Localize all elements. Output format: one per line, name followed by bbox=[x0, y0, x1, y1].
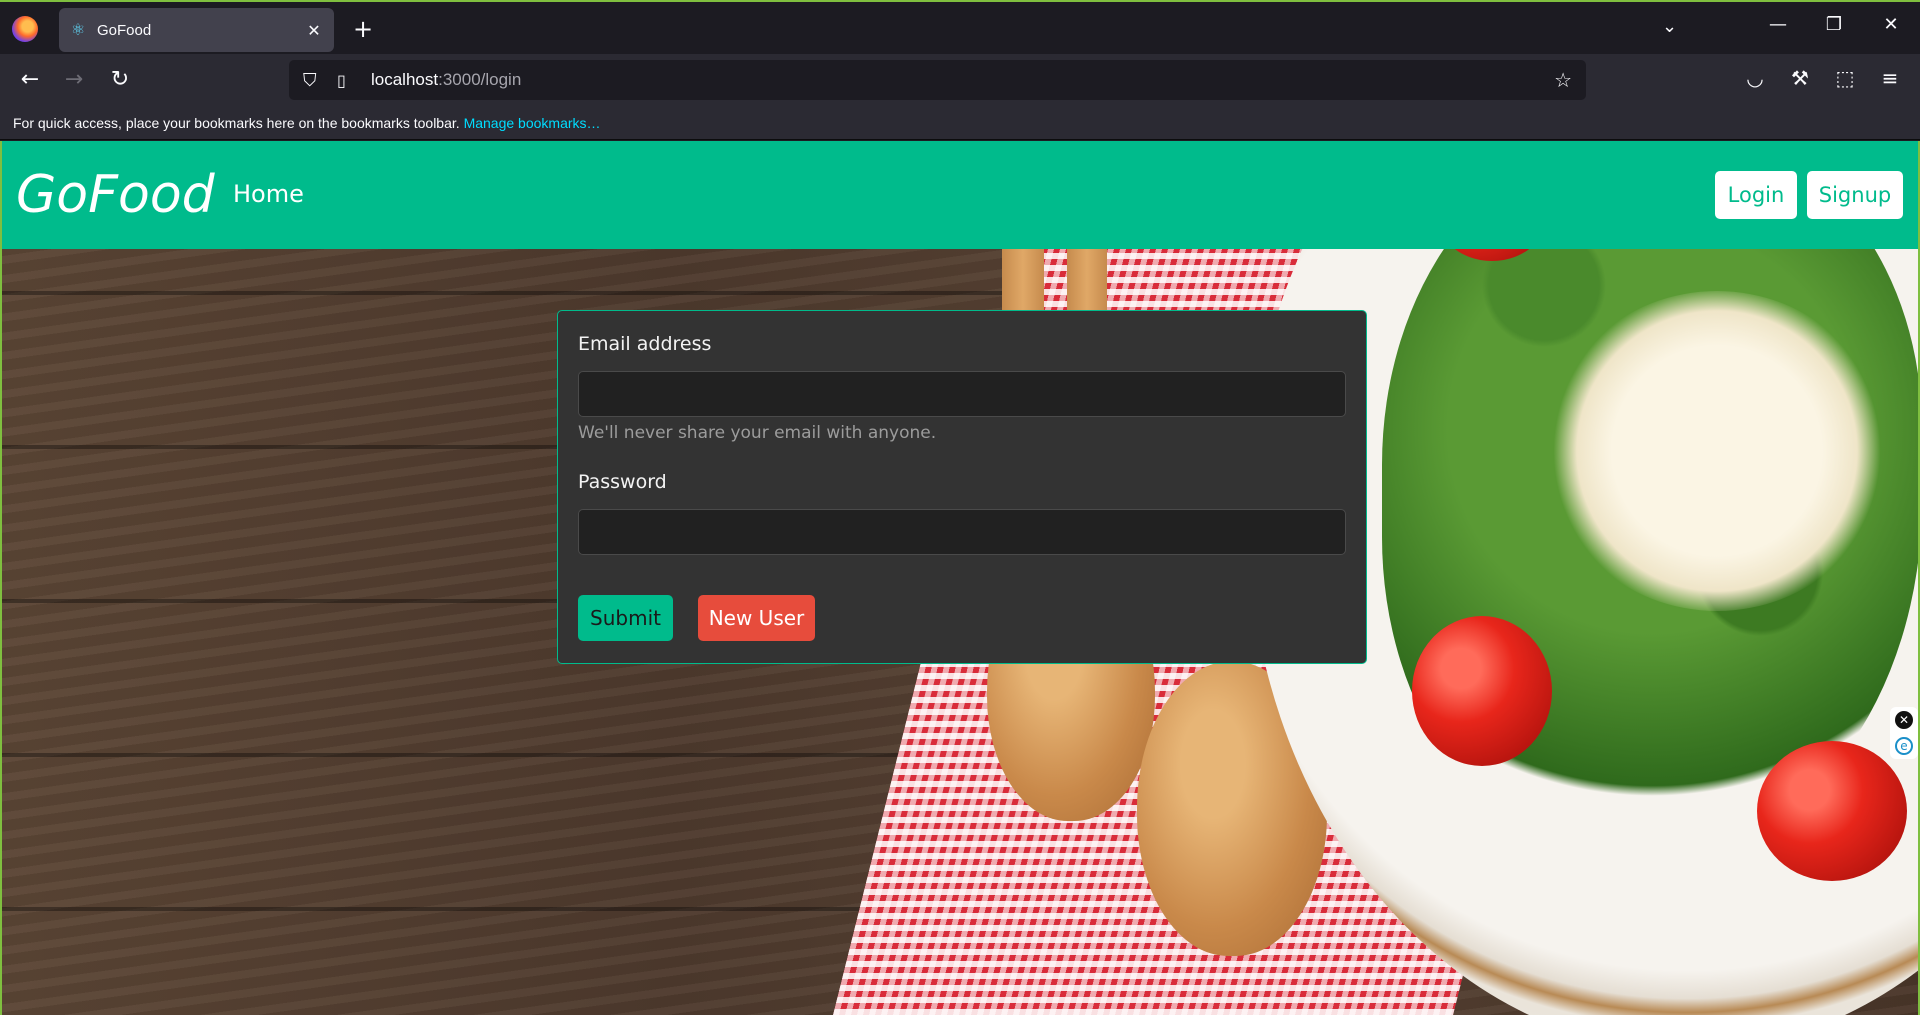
page-viewport: GoFood Home Login Signup Email address W… bbox=[0, 141, 1920, 1015]
tomato bbox=[1757, 741, 1907, 881]
tab-gofood[interactable]: ⚛ GoFood ✕ bbox=[59, 8, 334, 52]
wrench-icon[interactable]: ⚒ bbox=[1785, 66, 1815, 90]
forward-icon[interactable]: → bbox=[58, 64, 90, 96]
password-input[interactable] bbox=[578, 509, 1346, 555]
background-cheese bbox=[1547, 291, 1887, 611]
new-user-button[interactable]: New User bbox=[698, 595, 815, 641]
back-icon[interactable]: ← bbox=[14, 64, 46, 96]
bookmark-star-icon[interactable]: ☆ bbox=[1554, 68, 1572, 92]
email-input[interactable] bbox=[578, 371, 1346, 417]
browser-navbar: ← → ↻ ⛉ ▯ localhost:3000/login ☆ ◡ ⚒ ⬚ ≡ bbox=[0, 54, 1920, 106]
email-help-text: We'll never share your email with anyone… bbox=[578, 423, 937, 443]
extensions-icon[interactable]: ⬚ bbox=[1830, 66, 1860, 90]
manage-bookmarks-link[interactable]: Manage bookmarks… bbox=[464, 115, 601, 131]
pocket-icon[interactable]: ◡ bbox=[1740, 66, 1770, 90]
close-icon[interactable]: ✕ bbox=[1895, 711, 1913, 729]
list-all-tabs-icon[interactable]: ⌄ bbox=[1662, 16, 1677, 37]
extension-e-icon[interactable]: e bbox=[1895, 737, 1913, 755]
shield-icon[interactable]: ⛉ bbox=[303, 70, 325, 91]
url-text[interactable]: localhost:3000/login bbox=[371, 70, 1554, 90]
page-icon[interactable]: ▯ bbox=[337, 71, 359, 90]
email-label: Email address bbox=[578, 333, 712, 355]
tab-close-icon[interactable]: ✕ bbox=[304, 21, 324, 40]
minimize-icon[interactable]: — bbox=[1764, 14, 1792, 35]
url-bar[interactable]: ⛉ ▯ localhost:3000/login ☆ bbox=[289, 60, 1586, 100]
firefox-icon[interactable] bbox=[12, 16, 38, 42]
window-close-icon[interactable]: ✕ bbox=[1877, 14, 1905, 35]
react-icon: ⚛ bbox=[70, 20, 86, 39]
new-tab-icon[interactable]: + bbox=[350, 16, 376, 42]
bookmarks-hint: For quick access, place your bookmarks h… bbox=[13, 115, 460, 131]
submit-button[interactable]: Submit bbox=[578, 595, 673, 641]
nav-home-link[interactable]: Home bbox=[233, 180, 304, 208]
extension-widget[interactable]: ✕ e bbox=[1890, 707, 1918, 759]
password-label: Password bbox=[578, 471, 667, 493]
tomato bbox=[1412, 616, 1552, 766]
signup-button[interactable]: Signup bbox=[1807, 171, 1903, 219]
site-header: GoFood Home Login Signup bbox=[2, 141, 1918, 249]
brand-logo[interactable]: GoFood bbox=[16, 165, 215, 225]
browser-titlebar: ⚛ GoFood ✕ + ⌄ — ❐ ✕ bbox=[0, 0, 1920, 54]
menu-icon[interactable]: ≡ bbox=[1875, 66, 1905, 90]
login-button[interactable]: Login bbox=[1715, 171, 1797, 219]
restore-icon[interactable]: ❐ bbox=[1820, 14, 1848, 35]
bookmarks-toolbar: For quick access, place your bookmarks h… bbox=[0, 106, 1920, 140]
reload-icon[interactable]: ↻ bbox=[104, 64, 136, 96]
tab-title: GoFood bbox=[97, 21, 152, 39]
login-form: Email address We'll never share your ema… bbox=[557, 310, 1367, 664]
